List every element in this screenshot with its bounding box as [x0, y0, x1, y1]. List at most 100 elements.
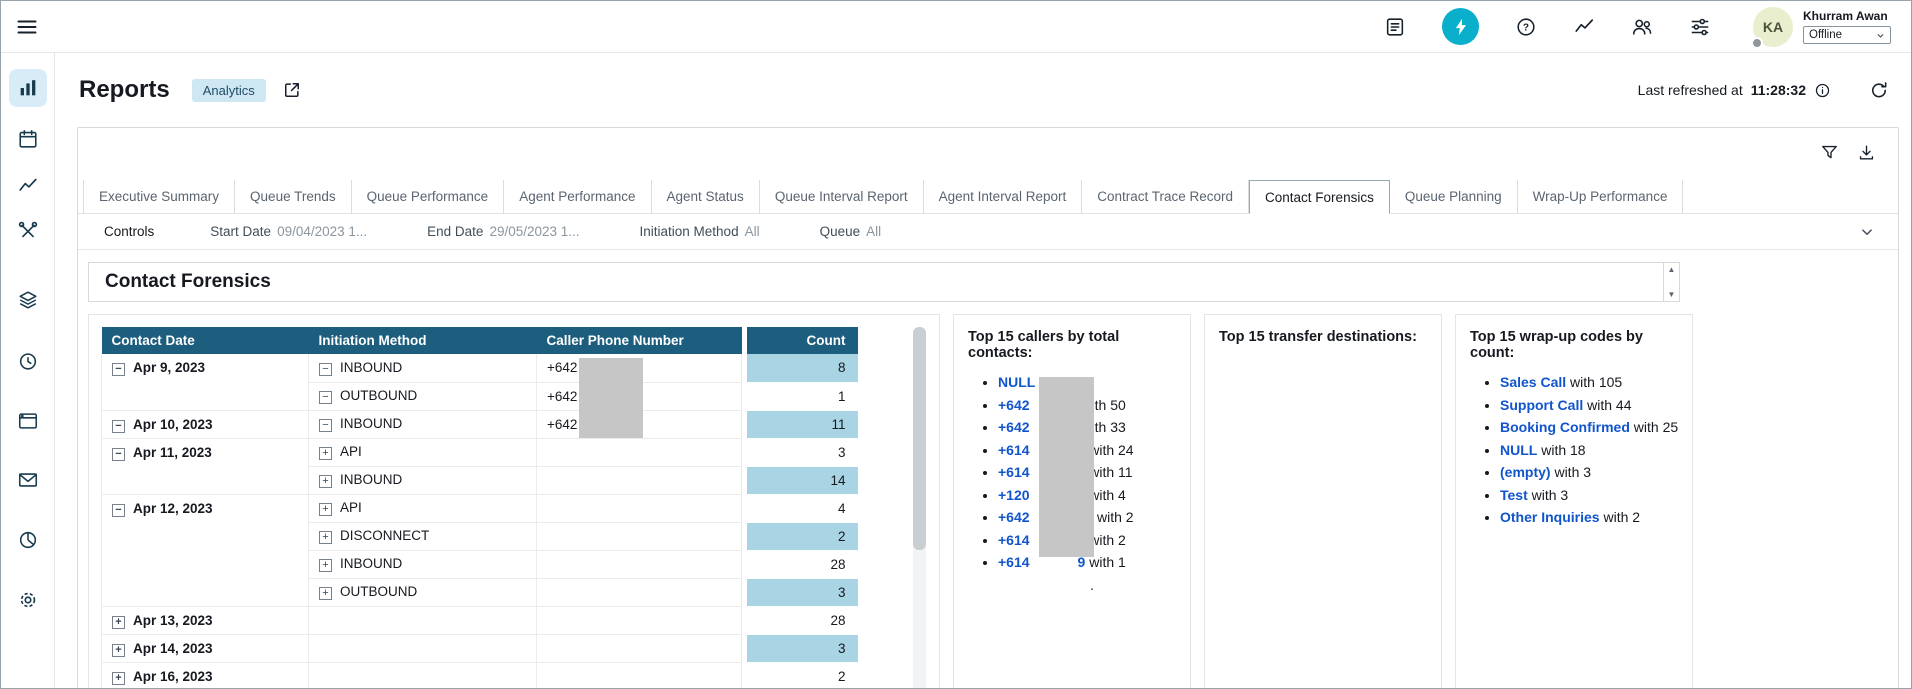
- table-row: −Apr 9, 2023−INBOUND+6428: [102, 354, 858, 382]
- stepper-up-icon[interactable]: ▲: [1668, 265, 1676, 274]
- refresh-icon[interactable]: [1869, 80, 1889, 100]
- stray-dot: .: [1090, 577, 1094, 593]
- tab-agent-performance[interactable]: Agent Performance: [504, 180, 651, 213]
- gear-icon: [17, 589, 39, 611]
- expand-toggle-icon[interactable]: +: [319, 559, 332, 572]
- expand-toggle-icon[interactable]: +: [319, 475, 332, 488]
- tab-queue-trends[interactable]: Queue Trends: [235, 180, 352, 213]
- wrapup-codes-panel: Top 15 wrap-up codes by count: Sales Cal…: [1455, 314, 1693, 689]
- sidebar-item-tools[interactable]: [9, 211, 47, 249]
- wrapup-link[interactable]: Test: [1500, 487, 1528, 503]
- top-callers-panel: Top 15 callers by total contacts: NULL w…: [953, 314, 1191, 689]
- expand-toggle-icon[interactable]: +: [319, 531, 332, 544]
- avatar[interactable]: KA: [1753, 7, 1793, 47]
- sidebar-item-history[interactable]: [9, 342, 47, 380]
- count-cell: 28: [747, 550, 858, 578]
- expand-toggle-icon[interactable]: +: [112, 672, 125, 685]
- sidebar-item-bar-chart[interactable]: [9, 69, 47, 107]
- status-select[interactable]: Offline: [1803, 26, 1891, 44]
- caller-link[interactable]: +614: [998, 532, 1030, 548]
- users-icon[interactable]: [1631, 16, 1653, 38]
- lightning-icon[interactable]: [1442, 8, 1479, 45]
- expand-toggle-icon[interactable]: +: [319, 503, 332, 516]
- filter-initiation-method[interactable]: Initiation MethodAll: [640, 224, 760, 239]
- collapse-toggle-icon[interactable]: −: [319, 363, 332, 376]
- caller-link[interactable]: +642: [998, 509, 1030, 525]
- avatar-initials: KA: [1763, 19, 1783, 35]
- caller-link[interactable]: NULL: [998, 374, 1035, 390]
- phone-cell: [537, 662, 742, 689]
- info-icon[interactable]: [1814, 82, 1831, 99]
- sidebar-item-pie-chart[interactable]: [9, 521, 47, 559]
- sidebar-item-mail[interactable]: [9, 461, 47, 499]
- caller-link[interactable]: +614: [998, 554, 1030, 570]
- collapse-toggle-icon[interactable]: −: [112, 504, 125, 517]
- method-cell: +OUTBOUND: [309, 578, 537, 606]
- tab-agent-status[interactable]: Agent Status: [652, 180, 760, 213]
- tab-queue-performance[interactable]: Queue Performance: [352, 180, 505, 213]
- contact-forensics-table: Contact DateInitiation MethodCaller Phon…: [101, 327, 858, 689]
- hamburger-menu-icon[interactable]: [15, 15, 39, 39]
- notepad-icon[interactable]: [1384, 16, 1406, 38]
- wrapup-link[interactable]: (empty): [1500, 464, 1551, 480]
- wrapup-link[interactable]: Booking Confirmed: [1500, 419, 1630, 435]
- filter-end-date[interactable]: End Date29/05/2023 1...: [427, 224, 579, 239]
- date-cell: −Apr 12, 2023: [102, 494, 309, 606]
- window-icon: [17, 410, 39, 432]
- help-icon[interactable]: ?: [1515, 16, 1537, 38]
- wrapup-link[interactable]: Support Call: [1500, 397, 1583, 413]
- caller-link[interactable]: +642: [998, 419, 1030, 435]
- analytics-badge[interactable]: Analytics: [192, 79, 266, 102]
- wrapup-link[interactable]: NULL: [1500, 442, 1537, 458]
- scrollbar-thumb[interactable]: [913, 327, 926, 550]
- caller-link[interactable]: +120: [998, 487, 1030, 503]
- tools-icon: [17, 219, 39, 241]
- collapse-toggle-icon[interactable]: −: [112, 420, 125, 433]
- sidebar-item-window[interactable]: [9, 402, 47, 440]
- collapse-toggle-icon[interactable]: −: [112, 363, 125, 376]
- sidebar-item-layers[interactable]: [9, 281, 47, 319]
- collapse-toggle-icon[interactable]: −: [319, 419, 332, 432]
- sidebar-item-settings[interactable]: [9, 581, 47, 619]
- column-header: Contact Date: [102, 327, 309, 354]
- filter-queue[interactable]: QueueAll: [820, 224, 882, 239]
- external-link-icon[interactable]: [282, 80, 302, 100]
- chevron-down-icon[interactable]: [1858, 223, 1876, 241]
- sidebar-item-calendar[interactable]: [9, 120, 47, 158]
- filter-start-date[interactable]: Start Date09/04/2023 1...: [210, 224, 367, 239]
- caller-link[interactable]: +614: [998, 442, 1030, 458]
- expand-toggle-icon[interactable]: +: [319, 447, 332, 460]
- stepper-down-icon[interactable]: ▼: [1668, 290, 1676, 299]
- wrapup-link[interactable]: Other Inquiries: [1500, 509, 1600, 525]
- collapse-toggle-icon[interactable]: −: [112, 448, 125, 461]
- caller-link[interactable]: +642: [998, 397, 1030, 413]
- tab-wrap-up-performance[interactable]: Wrap-Up Performance: [1518, 180, 1684, 213]
- tab-agent-interval-report[interactable]: Agent Interval Report: [924, 180, 1083, 213]
- tab-queue-interval-report[interactable]: Queue Interval Report: [760, 180, 924, 213]
- transfer-destinations-panel: Top 15 transfer destinations:: [1204, 314, 1442, 689]
- wrapup-link[interactable]: Sales Call: [1500, 374, 1566, 390]
- expand-toggle-icon[interactable]: +: [112, 644, 125, 657]
- tab-executive-summary[interactable]: Executive Summary: [83, 180, 235, 213]
- pivot-header-row: Contact DateInitiation MethodCaller Phon…: [102, 327, 858, 354]
- method-cell: [309, 662, 537, 689]
- filter-icon[interactable]: [1820, 143, 1839, 162]
- phone-cell: [537, 522, 742, 550]
- phone-cell: [537, 438, 742, 466]
- phone-cell: [537, 606, 742, 634]
- tab-contract-trace-record[interactable]: Contract Trace Record: [1082, 180, 1249, 213]
- collapse-toggle-icon[interactable]: −: [319, 391, 332, 404]
- controls-bar: Controls Start Date09/04/2023 1...End Da…: [78, 214, 1898, 250]
- metrics-icon[interactable]: [1573, 16, 1595, 38]
- download-icon[interactable]: [1857, 143, 1876, 162]
- table-scrollbar[interactable]: [913, 327, 926, 689]
- tab-queue-planning[interactable]: Queue Planning: [1390, 180, 1518, 213]
- expand-toggle-icon[interactable]: +: [112, 616, 125, 629]
- tab-contact-forensics[interactable]: Contact Forensics: [1249, 180, 1390, 214]
- expand-toggle-icon[interactable]: +: [319, 587, 332, 600]
- last-refreshed-label: Last refreshed at: [1638, 82, 1743, 98]
- sidebar-item-line-chart[interactable]: [9, 166, 47, 204]
- section-scroll-stepper[interactable]: ▲▼: [1663, 263, 1679, 301]
- caller-link[interactable]: +614: [998, 464, 1030, 480]
- sliders-icon[interactable]: [1689, 16, 1711, 38]
